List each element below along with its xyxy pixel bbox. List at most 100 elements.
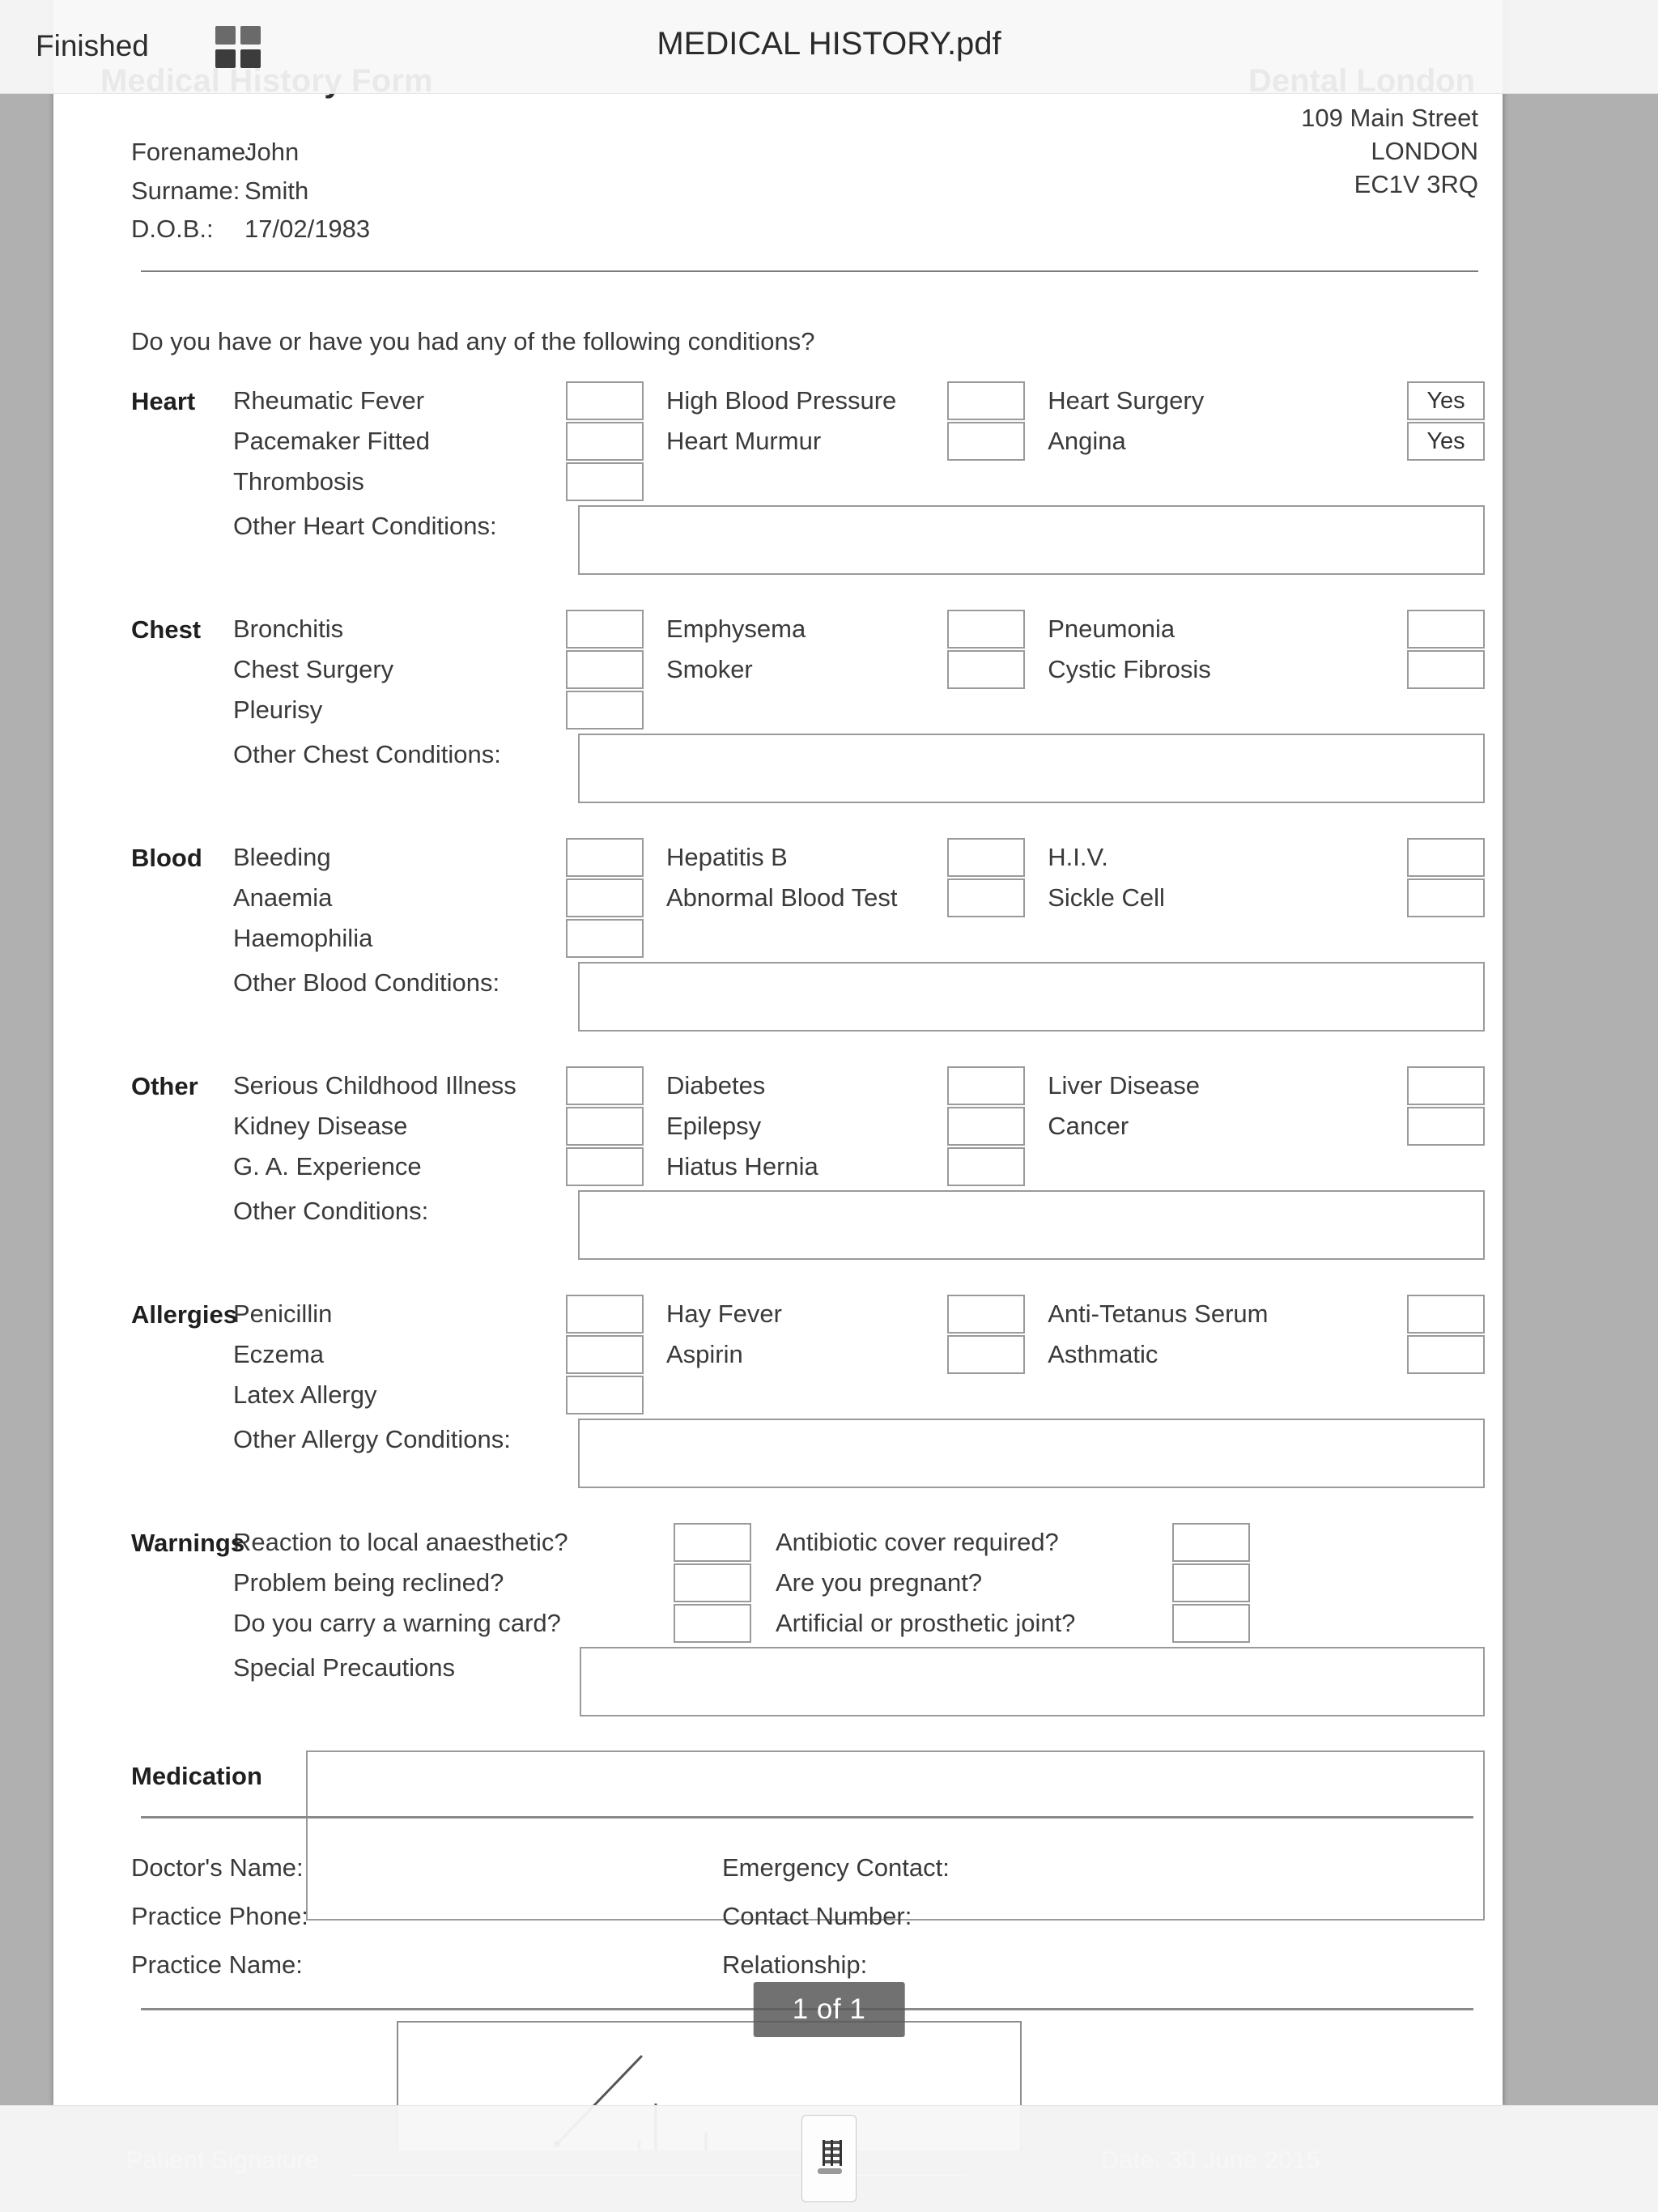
warning-label: Do you carry a warning card? — [233, 1609, 561, 1637]
condition-checkbox[interactable] — [565, 838, 644, 877]
patient-details: Forename: John Surname: Smith D.O.B.: 17… — [131, 138, 370, 255]
condition-label: Abnormal Blood Test — [665, 883, 898, 912]
condition-label: Eczema — [233, 1340, 324, 1368]
condition-checkbox[interactable] — [1406, 1295, 1485, 1334]
document-filename: MEDICAL HISTORY.pdf — [657, 26, 1001, 62]
warning-checkbox[interactable] — [674, 1523, 751, 1562]
patient-surname-row: Surname: Smith — [131, 176, 370, 205]
other-conditions-row: Other Heart Conditions: — [233, 505, 1485, 575]
condition-row: Thrombosis — [233, 462, 1485, 502]
footer-field-label: Doctor's Name: — [131, 1853, 304, 1882]
condition-checkbox[interactable] — [565, 650, 644, 689]
other-conditions-label: Other Blood Conditions: — [233, 968, 500, 997]
condition-checkbox[interactable]: Yes — [1406, 381, 1485, 420]
condition-checkbox[interactable] — [947, 878, 1026, 917]
condition-label: Liver Disease — [1048, 1071, 1201, 1100]
condition-checkbox[interactable] — [565, 1335, 644, 1374]
warning-checkbox[interactable] — [1172, 1523, 1250, 1562]
warning-checkbox[interactable] — [674, 1563, 751, 1602]
special-precautions-field[interactable] — [580, 1647, 1485, 1716]
condition-checkbox[interactable] — [565, 1066, 644, 1105]
condition-checkbox[interactable] — [1406, 610, 1485, 649]
condition-checkbox[interactable] — [565, 462, 644, 501]
condition-checkbox-placeholder — [947, 691, 1025, 730]
warning-checkbox[interactable] — [674, 1604, 751, 1643]
condition-checkbox[interactable]: Yes — [1406, 422, 1485, 461]
other-conditions-label: Other Heart Conditions: — [233, 512, 497, 540]
footer-field-label: Practice Phone: — [131, 1902, 308, 1931]
section-title: Other — [131, 1072, 198, 1100]
other-conditions-field[interactable] — [578, 962, 1485, 1032]
condition-checkbox[interactable] — [947, 1295, 1026, 1334]
special-precautions-row: Special Precautions — [233, 1647, 1485, 1716]
condition-checkbox[interactable] — [947, 610, 1026, 649]
footer-divider — [141, 1816, 1473, 1819]
condition-checkbox-placeholder — [947, 919, 1025, 958]
condition-row: Anaemia Abnormal Blood Test Sickle Cell — [233, 878, 1485, 918]
top-toolbar: Finished MEDICAL HISTORY.pdf — [0, 0, 1658, 94]
condition-checkbox[interactable] — [947, 1147, 1026, 1186]
condition-checkbox[interactable] — [947, 1107, 1026, 1146]
condition-row: Bronchitis Emphysema Pneumonia — [233, 609, 1485, 649]
condition-checkbox[interactable] — [565, 1147, 644, 1186]
condition-checkbox[interactable] — [1406, 838, 1485, 877]
warning-row: Do you carry a warning card? Artificial o… — [233, 1603, 1485, 1644]
other-conditions-field[interactable] — [578, 1419, 1485, 1488]
condition-checkbox[interactable] — [947, 650, 1026, 689]
document-pages-icon[interactable] — [801, 2115, 857, 2202]
condition-checkbox[interactable] — [1406, 1066, 1485, 1105]
address-line-1: 109 Main Street — [1301, 104, 1478, 132]
condition-label: Kidney Disease — [233, 1112, 408, 1140]
page-gutter-left — [0, 0, 53, 2105]
condition-checkbox[interactable] — [947, 381, 1026, 420]
other-conditions-row: Other Blood Conditions: — [233, 962, 1485, 1032]
condition-checkbox[interactable] — [947, 838, 1026, 877]
condition-checkbox[interactable] — [565, 381, 644, 420]
condition-checkbox[interactable] — [1406, 878, 1485, 917]
condition-checkbox[interactable] — [565, 1376, 644, 1414]
surname-label: Surname: — [131, 176, 240, 205]
condition-label: Asthmatic — [1048, 1340, 1158, 1368]
condition-row: G. A. Experience Hiatus Hernia — [233, 1146, 1485, 1187]
pages-glyph — [818, 2140, 842, 2174]
condition-checkbox[interactable] — [565, 878, 644, 917]
condition-checkbox[interactable] — [565, 422, 644, 461]
condition-checkbox-placeholder — [1407, 462, 1485, 501]
condition-checkbox[interactable] — [1406, 1335, 1485, 1374]
condition-row: Haemophilia — [233, 918, 1485, 959]
section-title: Warnings — [131, 1529, 245, 1557]
page-gutter-right — [1503, 0, 1658, 2105]
condition-row: Chest Surgery Smoker Cystic Fibrosis — [233, 649, 1485, 690]
pdf-page[interactable]: Medical History Form Dental London Foren… — [53, 0, 1503, 2150]
condition-checkbox[interactable] — [565, 919, 644, 958]
header-divider — [141, 270, 1478, 272]
condition-checkbox[interactable] — [565, 1107, 644, 1146]
page-indicator-badge: 1 of 1 — [753, 1982, 905, 2037]
warning-row: Reaction to local anaesthetic? Antibiotic… — [233, 1522, 1485, 1563]
condition-label: G. A. Experience — [233, 1152, 422, 1180]
condition-label: Smoker — [665, 655, 753, 683]
other-conditions-field[interactable] — [578, 1190, 1485, 1260]
condition-row: Serious Childhood Illness Diabetes Liver D… — [233, 1066, 1485, 1106]
condition-checkbox[interactable] — [565, 610, 644, 649]
condition-checkbox[interactable] — [947, 422, 1026, 461]
other-conditions-field[interactable] — [578, 734, 1485, 803]
condition-checkbox[interactable] — [565, 691, 644, 730]
warning-checkbox[interactable] — [1172, 1563, 1250, 1602]
patient-forename-row: Forename: John — [131, 138, 370, 166]
other-conditions-field[interactable] — [578, 505, 1485, 575]
warning-checkbox[interactable] — [1172, 1604, 1250, 1643]
surname-value: Smith — [244, 176, 309, 205]
conditions-question: Do you have or have you had any of the f… — [131, 327, 815, 355]
condition-label: Bleeding — [233, 843, 331, 871]
section-title: Heart — [131, 387, 196, 415]
address-line-3: EC1V 3RQ — [1354, 169, 1478, 198]
condition-checkbox[interactable] — [1406, 650, 1485, 689]
condition-label: Diabetes — [665, 1071, 766, 1100]
other-conditions-row: Other Chest Conditions: — [233, 734, 1485, 803]
condition-checkbox[interactable] — [947, 1335, 1026, 1374]
section-other: Other Serious Childhood Illness Diabetes Li… — [131, 1066, 1485, 1260]
condition-checkbox[interactable] — [1406, 1107, 1485, 1146]
condition-checkbox[interactable] — [565, 1295, 644, 1334]
condition-checkbox[interactable] — [947, 1066, 1026, 1105]
